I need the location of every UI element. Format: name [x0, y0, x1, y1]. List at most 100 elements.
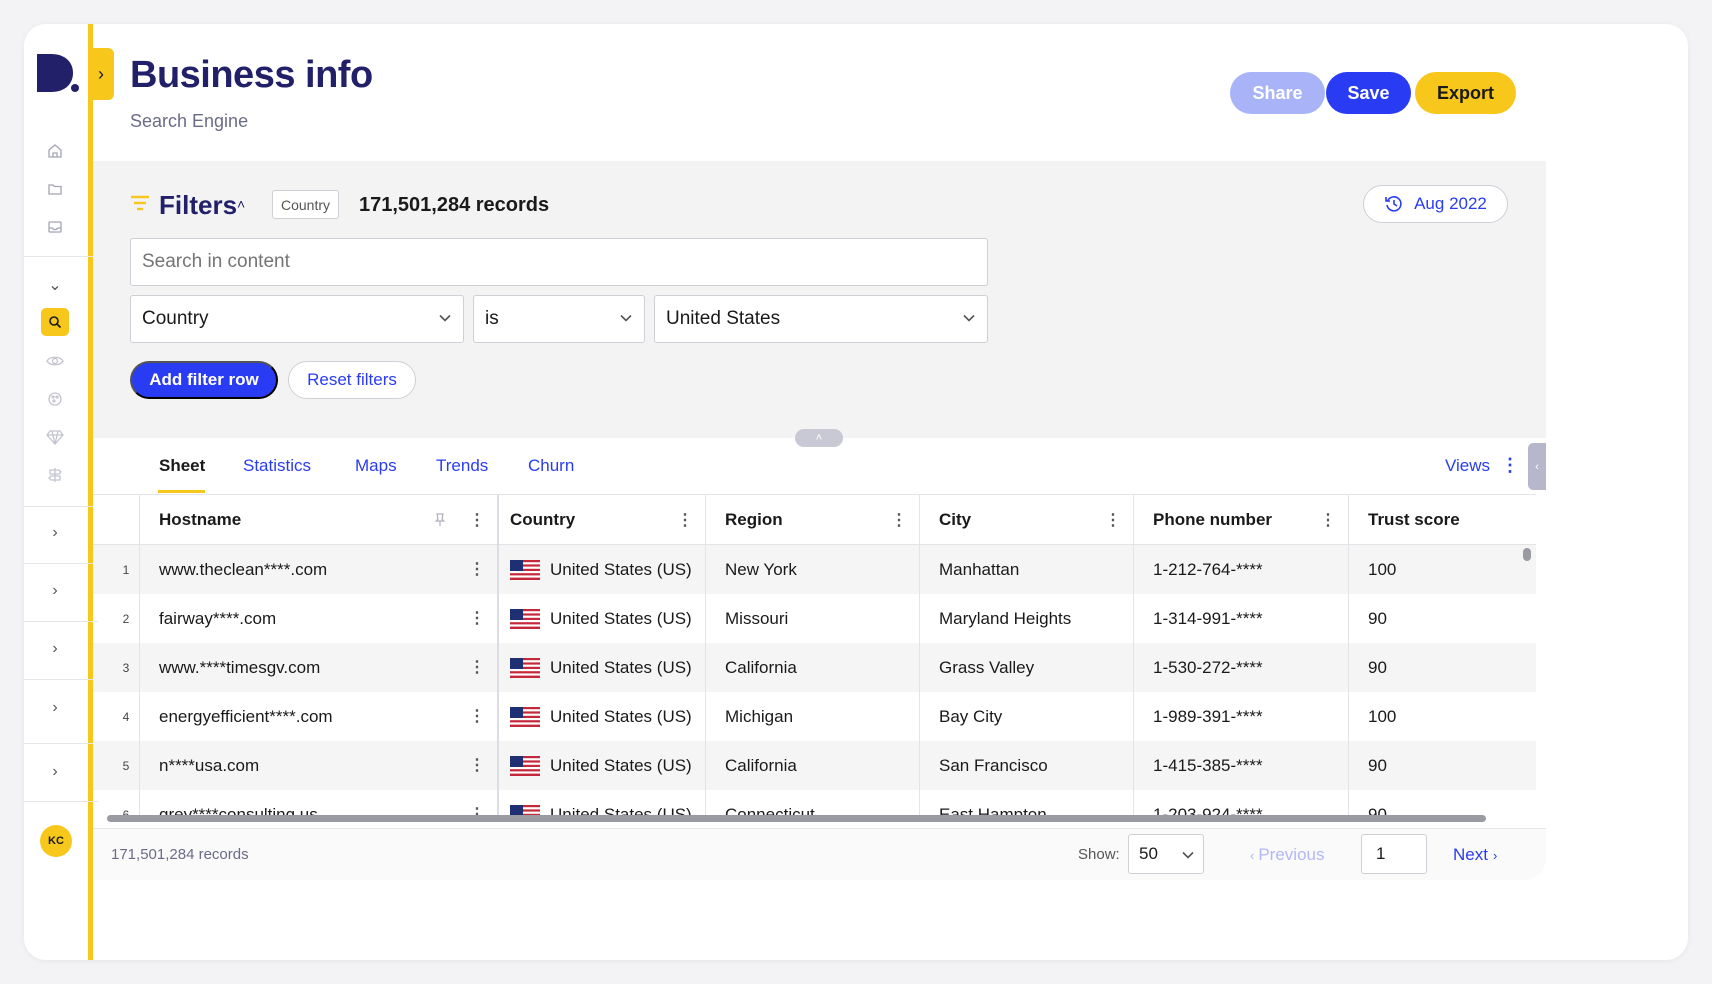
- filter-operator-select[interactable]: is: [473, 295, 645, 343]
- more-vertical-icon[interactable]: ⋮: [1501, 455, 1519, 476]
- cell-country-text: United States (US): [550, 559, 692, 579]
- page-number-input[interactable]: 1: [1361, 834, 1427, 874]
- vertical-scrollbar[interactable]: [1523, 548, 1531, 561]
- cell-trust-score[interactable]: 90: [1368, 741, 1387, 790]
- table-row[interactable]: 2 fairway****.com ⋮ United States (US) M…: [93, 594, 1536, 643]
- cell-phone[interactable]: 1-415-385-****: [1153, 741, 1263, 790]
- cell-trust-score[interactable]: 100: [1368, 692, 1396, 741]
- filter-icon: [131, 195, 149, 211]
- cell-city[interactable]: Manhattan: [939, 545, 1019, 594]
- cell-phone[interactable]: 1-314-991-****: [1153, 594, 1263, 643]
- previous-page-button[interactable]: ‹ Previous: [1250, 845, 1324, 865]
- cell-country[interactable]: United States (US): [510, 545, 692, 594]
- tab-sheet[interactable]: Sheet: [159, 456, 205, 476]
- reset-filters-button[interactable]: Reset filters: [288, 361, 416, 399]
- sidebar-section-chevron[interactable]: ›: [42, 578, 68, 604]
- next-page-button[interactable]: Next ›: [1453, 845, 1497, 865]
- sidebar-section-chevron[interactable]: ›: [42, 695, 68, 721]
- share-button[interactable]: Share: [1230, 72, 1325, 114]
- chevron-up-icon[interactable]: ˄: [237, 196, 245, 212]
- cell-hostname[interactable]: www.****timesgv.com: [159, 643, 320, 692]
- active-tab-indicator: [158, 490, 205, 493]
- column-header-country[interactable]: Country: [510, 495, 575, 544]
- horizontal-scrollbar[interactable]: [107, 815, 1486, 822]
- avatar[interactable]: KC: [40, 825, 72, 857]
- column-header-phone[interactable]: Phone number: [1153, 495, 1272, 544]
- cell-country[interactable]: United States (US): [510, 594, 692, 643]
- cell-hostname[interactable]: energyefficient****.com: [159, 692, 333, 741]
- table-row[interactable]: 5 n****usa.com ⋮ United States (US) Cali…: [93, 741, 1536, 790]
- cell-region[interactable]: New York: [725, 545, 797, 594]
- column-header-trust-score[interactable]: Trust score: [1368, 495, 1460, 544]
- palette-icon[interactable]: [42, 386, 68, 412]
- cell-city[interactable]: Grass Valley: [939, 643, 1034, 692]
- folder-icon[interactable]: [42, 176, 68, 202]
- cell-city[interactable]: Bay City: [939, 692, 1002, 741]
- page-size-select[interactable]: 50: [1128, 834, 1204, 874]
- date-selector-button[interactable]: Aug 2022: [1363, 185, 1508, 223]
- column-menu-icon[interactable]: ⋮: [469, 510, 485, 530]
- brand-logo[interactable]: [37, 54, 81, 94]
- eye-icon[interactable]: [42, 348, 68, 374]
- filters-heading[interactable]: Filters: [159, 190, 237, 221]
- cell-trust-score[interactable]: 90: [1368, 594, 1387, 643]
- row-menu-icon[interactable]: ⋮: [469, 706, 485, 726]
- cell-hostname[interactable]: n****usa.com: [159, 741, 259, 790]
- tab-maps[interactable]: Maps: [355, 456, 397, 476]
- table-row[interactable]: 1 www.theclean****.com ⋮ United States (…: [93, 545, 1536, 594]
- filter-field-select[interactable]: Country: [130, 295, 464, 343]
- row-menu-icon[interactable]: ⋮: [469, 755, 485, 775]
- save-button[interactable]: Save: [1326, 72, 1411, 114]
- views-button[interactable]: Views: [1445, 456, 1490, 476]
- filter-value-select[interactable]: United States: [654, 295, 988, 343]
- column-menu-icon[interactable]: ⋮: [1105, 510, 1121, 530]
- side-panel-handle[interactable]: ‹: [1528, 443, 1546, 490]
- cell-trust-score[interactable]: 100: [1368, 545, 1396, 594]
- column-menu-icon[interactable]: ⋮: [891, 510, 907, 530]
- cell-trust-score[interactable]: 90: [1368, 643, 1387, 692]
- cell-hostname[interactable]: fairway****.com: [159, 594, 276, 643]
- sidebar-section-chevron[interactable]: ›: [42, 636, 68, 662]
- cell-phone[interactable]: 1-212-764-****: [1153, 545, 1263, 594]
- cell-region[interactable]: California: [725, 643, 797, 692]
- column-header-region[interactable]: Region: [725, 495, 783, 544]
- cell-country[interactable]: United States (US): [510, 692, 692, 741]
- column-header-hostname[interactable]: Hostname: [159, 495, 241, 544]
- add-filter-row-button[interactable]: Add filter row: [130, 361, 278, 399]
- row-menu-icon[interactable]: ⋮: [469, 657, 485, 677]
- tab-statistics[interactable]: Statistics: [243, 456, 311, 476]
- cell-country[interactable]: United States (US): [510, 741, 692, 790]
- cell-hostname[interactable]: www.theclean****.com: [159, 545, 327, 594]
- export-button[interactable]: Export: [1415, 72, 1516, 114]
- active-filter-chip[interactable]: Country: [272, 190, 340, 219]
- table-row[interactable]: 3 www.****timesgv.com ⋮ United States (U…: [93, 643, 1536, 692]
- inbox-icon[interactable]: [42, 214, 68, 240]
- search-icon[interactable]: [41, 308, 69, 336]
- row-menu-icon[interactable]: ⋮: [469, 559, 485, 579]
- sidebar-section-chevron[interactable]: ›: [42, 759, 68, 785]
- cell-region[interactable]: California: [725, 741, 797, 790]
- table-row[interactable]: 4 energyefficient****.com ⋮ United State…: [93, 692, 1536, 741]
- search-input[interactable]: [130, 238, 988, 286]
- home-icon[interactable]: [42, 138, 68, 164]
- row-menu-icon[interactable]: ⋮: [469, 608, 485, 628]
- cell-country[interactable]: United States (US): [510, 643, 692, 692]
- signpost-icon[interactable]: [42, 462, 68, 488]
- diamond-icon[interactable]: [42, 424, 68, 450]
- sidebar-toggle-button[interactable]: ›: [88, 48, 114, 100]
- pin-icon[interactable]: [434, 513, 446, 527]
- column-menu-icon[interactable]: ⋮: [677, 510, 693, 530]
- sidebar-section-chevron[interactable]: ›: [42, 520, 68, 546]
- cell-city[interactable]: San Francisco: [939, 741, 1048, 790]
- column-header-city[interactable]: City: [939, 495, 971, 544]
- collapse-filters-handle[interactable]: ˄: [795, 429, 843, 447]
- cell-city[interactable]: Maryland Heights: [939, 594, 1071, 643]
- column-menu-icon[interactable]: ⋮: [1320, 510, 1336, 530]
- cell-phone[interactable]: 1-989-391-****: [1153, 692, 1263, 741]
- cell-region[interactable]: Missouri: [725, 594, 788, 643]
- sidebar-collapse-chevron[interactable]: ⌄: [42, 272, 68, 298]
- cell-region[interactable]: Michigan: [725, 692, 793, 741]
- tab-churn[interactable]: Churn: [528, 456, 574, 476]
- cell-phone[interactable]: 1-530-272-****: [1153, 643, 1263, 692]
- tab-trends[interactable]: Trends: [436, 456, 488, 476]
